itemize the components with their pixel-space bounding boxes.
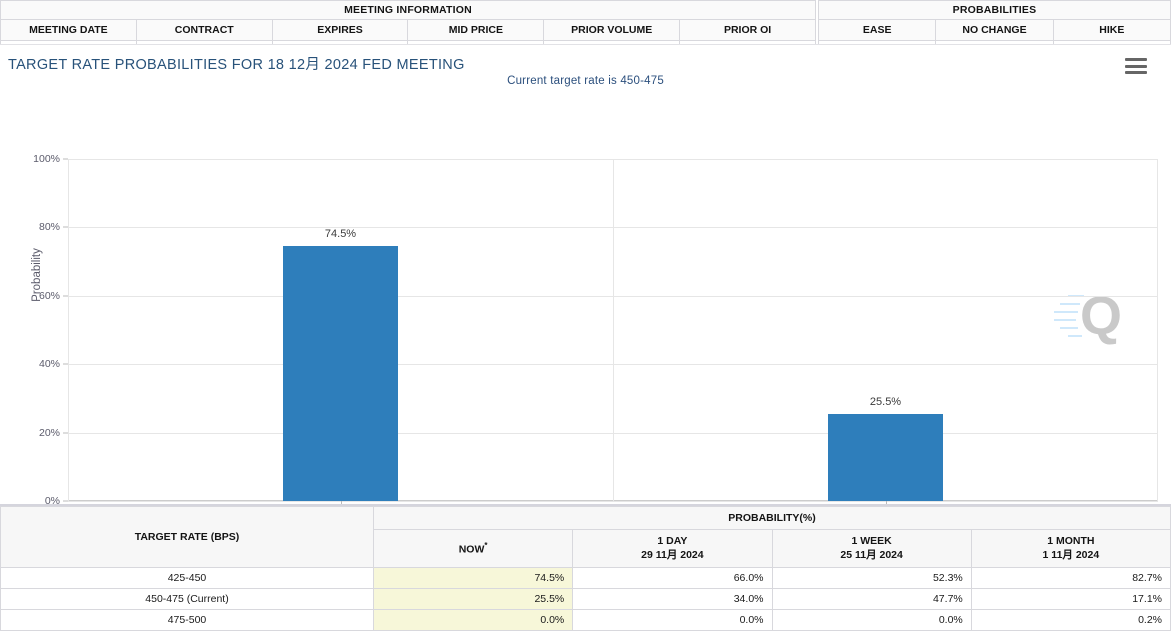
y-tick-label: 40% [38,358,60,371]
chart-subtitle: Current target rate is 450-475 [507,75,664,87]
col-ease: EASE [817,19,937,41]
table-row: 425-450 74.5% 66.0% 52.3% 82.7% [0,566,1171,589]
col-prior-oi: PRIOR OI [679,19,816,41]
row-1-week: 47.7% [771,587,972,610]
row-1-week: 52.3% [771,566,972,589]
col-mid-price: MID PRICE [407,19,545,41]
x-gridline [613,159,614,501]
header-now-asterisk: * [484,540,488,550]
header-target-rate: TARGET RATE (BPS) [0,506,374,568]
x-gridline [68,159,69,501]
header-1-week-line1: 1 WEEK [851,535,892,548]
header-1-month: 1 MONTH 1 11月 2024 [970,529,1171,568]
header-1-week: 1 WEEK 25 11月 2024 [771,529,972,568]
header-1-day: 1 DAY 29 11月 2024 [572,529,773,568]
chart-bar[interactable] [828,413,943,501]
header-1-day-line2: 29 11月 2024 [641,549,704,562]
header-1-month-line1: 1 MONTH [1047,535,1095,548]
row-now: 74.5% [372,566,574,589]
bar-value-label: 25.5% [869,395,902,408]
header-1-day-line1: 1 DAY [657,535,688,548]
hamburger-menu-icon[interactable] [1125,58,1147,74]
row-now: 25.5% [372,587,574,610]
y-tick-label: 80% [38,221,60,234]
row-1-day: 0.0% [572,608,773,632]
probability-table-group-header-row: TARGET RATE (BPS) PROBABILITY(%) [0,505,1171,568]
col-meeting-date: MEETING DATE [0,19,137,41]
header-1-month-line2: 1 11月 2024 [1042,549,1100,562]
y-gridline [68,501,1158,502]
row-1-month: 17.1% [970,587,1171,610]
y-tick-label: 20% [38,426,60,439]
y-tick-label: 60% [38,289,60,302]
meeting-information-header-row: MEETING DATE CONTRACT EXPIRES MID PRICE … [0,19,816,41]
bar-value-label: 74.5% [324,228,357,241]
row-1-month: 0.2% [970,608,1171,632]
row-1-day: 34.0% [572,587,773,610]
table-row: 475-500 0.0% 0.0% 0.0% 0.2% [0,608,1171,632]
probability-table-section: TARGET RATE (BPS) PROBABILITY(%) NOW* 1 … [0,504,1171,632]
col-prior-volume: PRIOR VOLUME [543,19,681,41]
probabilities-group-title: PROBABILITIES [818,0,1171,20]
header-1-week-line2: 25 11月 2024 [840,549,903,562]
row-1-week: 0.0% [771,608,972,632]
chart-plot-area: Q 0%20%40%60%80%100%74.5%425-45025.5%450… [33,153,1158,519]
header-now: NOW* [372,529,574,568]
meeting-information-group-title: MEETING INFORMATION [0,0,816,20]
table-row: 450-475 (Current) 25.5% 34.0% 47.7% 17.1… [0,587,1171,610]
chart-title: TARGET RATE PROBABILITIES FOR 18 12月 202… [8,57,465,73]
probabilities-header-row: EASE NO CHANGE HIKE [817,19,1171,41]
page-root: MEETING INFORMATION MEETING DATE CONTRAC… [0,0,1171,634]
row-1-month: 82.7% [970,566,1171,589]
probability-table: TARGET RATE (BPS) PROBABILITY(%) NOW* 1 … [0,505,1171,632]
chart-panel: TARGET RATE PROBABILITIES FOR 18 12月 202… [0,44,1171,539]
col-expires: EXPIRES [271,19,409,41]
row-rate: 475-500 [0,608,374,632]
row-rate: 425-450 [0,566,374,589]
q-watermark-glyph: Q [1079,286,1122,346]
col-hike: HIKE [1052,19,1171,41]
x-gridline [1157,159,1158,501]
col-no-change: NO CHANGE [935,19,1054,41]
row-now: 0.0% [372,608,574,632]
row-1-day: 66.0% [572,566,773,589]
header-now-label: NOW [458,543,485,555]
row-rate: 450-475 (Current) [0,587,374,610]
chart-bar[interactable] [283,246,398,501]
col-contract: CONTRACT [135,19,273,41]
top-info-row: MEETING INFORMATION MEETING DATE CONTRAC… [0,0,1171,65]
header-probability: PROBABILITY(%) [373,505,1171,531]
y-tick-label: 100% [33,153,60,165]
